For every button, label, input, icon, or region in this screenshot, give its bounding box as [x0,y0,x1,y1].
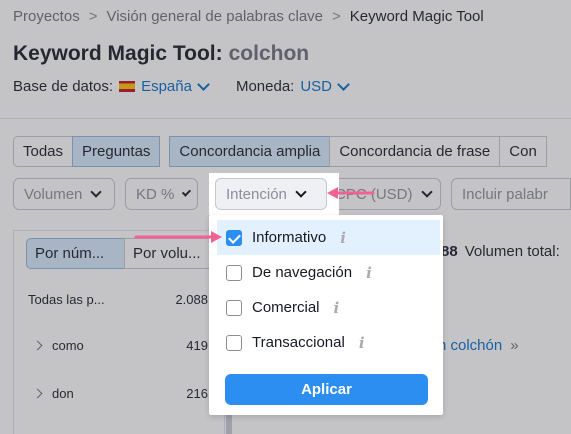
chevron-down-icon [90,186,103,198]
keyword-link[interactable]: n colchón » [438,337,519,354]
intent-filter-highlight: Intención [209,173,339,215]
breadcrumb-separator: > [88,8,98,25]
tab-preguntas[interactable]: Preguntas [72,136,161,167]
checkbox-checked[interactable] [226,229,242,246]
checkbox[interactable] [226,334,242,351]
intent-option-navegacion[interactable]: De navegación i [217,255,440,290]
option-label: De navegación [252,264,353,281]
tab-concordancia-exacta[interactable]: Con [499,136,547,167]
group-count: 2.088 [175,292,208,307]
include-keywords-filter[interactable]: Incluir palabr [451,178,571,210]
checkbox[interactable] [226,264,242,281]
chevron-right-icon[interactable] [32,340,43,351]
divider [0,118,571,119]
info-icon[interactable]: i [359,334,365,352]
breadcrumb-item-keyword-overview[interactable]: Visión general de palabras clave [106,8,323,25]
results-summary: 88 Volumen total: [441,243,560,260]
database-label: Base de datos: [13,78,114,95]
chevron-down-icon [197,78,210,91]
database-selector[interactable]: España [141,78,210,95]
intent-filter[interactable]: Intención [215,178,327,210]
currency-value: USD [300,78,332,95]
option-label: Informativo [252,229,327,246]
kd-filter-label: KD % [136,185,175,203]
intent-option-comercial[interactable]: Comercial i [217,290,440,325]
option-label: Transaccional [252,334,345,351]
checkbox[interactable] [226,299,242,316]
annotation-arrow-icon [134,231,222,243]
group-name: como [52,338,84,353]
tab-concordancia-frase[interactable]: Concordancia de frase [329,136,501,167]
page-title: Keyword Magic Tool: colchon [13,42,309,66]
group-count: 216 [186,386,208,401]
group-count: 419 [186,338,208,353]
match-type-tabs: Todas Preguntas Concordancia amplia Conc… [13,136,547,167]
tab-todas[interactable]: Todas [13,136,74,167]
option-label: Comercial [252,299,320,316]
spain-flag-icon [119,81,136,92]
currency-selector[interactable]: USD [300,78,350,95]
group-name: Todas las p... [28,292,105,307]
intent-dropdown: Informativo i De navegación i Comercial … [209,215,443,415]
breadcrumb-separator: > [332,8,341,25]
apply-button[interactable]: Aplicar [225,374,428,405]
chevron-right-icon[interactable] [32,388,43,399]
breadcrumb-item-projects[interactable]: Proyectos [13,8,80,25]
breadcrumb-item-current: Keyword Magic Tool [349,8,484,25]
keyword-link-text: n colchón [438,337,503,354]
database-value: España [141,78,192,95]
info-icon[interactable]: i [366,264,372,282]
double-chevron-icon[interactable]: » [510,337,518,354]
chevron-down-icon [420,186,433,198]
sort-by-number-button[interactable]: Por núm... [26,238,125,269]
chevron-down-icon [182,187,192,197]
chevron-down-icon [337,78,350,91]
breadcrumb: Proyectos > Visión general de palabras c… [13,8,484,25]
kd-filter[interactable]: KD % [125,178,198,210]
info-icon[interactable]: i [340,229,346,247]
page-title-tool: Keyword Magic Tool: [13,42,223,65]
currency-label: Moneda: [235,78,295,95]
page-title-keyword: colchon [228,42,310,65]
volume-filter-label: Volumen [24,185,83,203]
group-name: don [52,386,74,401]
annotation-arrow-icon [327,187,375,199]
total-volume-label: Volumen total: [464,243,560,260]
keyword-groups-panel: Por núm... Por volu... Todas las p... 2.… [13,230,236,434]
intent-filter-label: Intención [226,185,287,203]
database-currency-bar: Base de datos: España Moneda: USD [13,78,350,95]
include-keywords-label: Incluir palabr [462,185,548,203]
intent-option-transaccional[interactable]: Transaccional i [217,325,440,360]
results-count: 88 [441,243,458,260]
tab-concordancia-amplia[interactable]: Concordancia amplia [169,136,331,167]
volume-filter[interactable]: Volumen [13,178,115,210]
chevron-down-icon [295,186,307,198]
intent-option-informativo[interactable]: Informativo i [217,220,440,255]
info-icon[interactable]: i [334,299,340,317]
